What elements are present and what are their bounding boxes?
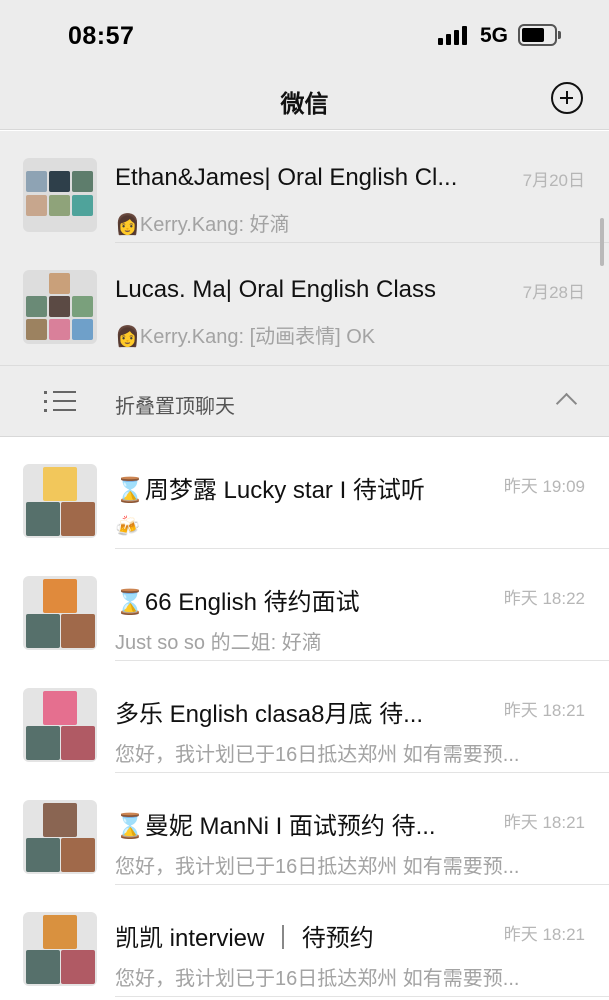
chat-time: 7月20日: [522, 171, 585, 190]
chat-row[interactable]: 多乐 English clasa8月底 待... 您好，我计划已于16日抵达郑州…: [0, 661, 609, 773]
chat-preview: 您好，我计划已于16日抵达郑州 如有需要预...: [115, 968, 520, 990]
chat-name: Lucas. Ma| Oral English Class: [115, 276, 437, 303]
nav-bar: 微信: [0, 72, 609, 130]
chat-preview: 您好，我计划已于16日抵达郑州 如有需要预...: [115, 856, 520, 878]
chat-name: Ethan&James| Oral English Cl...: [115, 164, 458, 191]
woman-emoji-icon: 👩: [115, 214, 140, 236]
hourglass-icon: ⌛: [115, 477, 145, 504]
chat-preview: Just so so 的二姐: 好滴: [115, 632, 322, 654]
chat-time: 昨天 18:21: [503, 925, 585, 944]
chat-row[interactable]: ⌛曼妮 ManNi I 面试预约 待... 您好，我计划已于16日抵达郑州 如有…: [0, 773, 609, 885]
fold-label: 折叠置顶聊天: [115, 396, 235, 418]
battery-icon: [518, 24, 562, 46]
chat-row[interactable]: ⌛周梦露 Lucky star I 待试听 🍻 昨天 19:09: [0, 437, 609, 549]
chat-time: 昨天 18:21: [503, 813, 585, 832]
list-icon: [44, 391, 76, 413]
chat-name: 凯凯 interview ｜ 待预约: [115, 925, 374, 952]
chat-preview: 您好，我计划已于16日抵达郑州 如有需要预...: [115, 744, 520, 766]
scrollbar[interactable]: [600, 218, 604, 266]
fold-pinned-bar[interactable]: 折叠置顶聊天: [0, 365, 609, 437]
chat-row-pinned-1[interactable]: Ethan&James| Oral English Cl... 👩Kerry.K…: [0, 131, 609, 243]
chat-time: 7月28日: [522, 283, 585, 302]
network-type: 5G: [480, 24, 509, 47]
woman-emoji-icon: 👩: [115, 326, 140, 348]
clock: 08:57: [68, 22, 135, 50]
chat-row-pinned-2[interactable]: Lucas. Ma| Oral English Class 👩Kerry.Kan…: [0, 243, 609, 355]
chat-name: ⌛66 English 待约面试: [115, 589, 360, 616]
chat-preview: 👩Kerry.Kang: 好滴: [115, 214, 290, 236]
group-avatar: [23, 464, 97, 538]
chat-name: ⌛周梦露 Lucky star I 待试听: [115, 477, 425, 504]
group-avatar: [23, 270, 97, 344]
chat-name: 多乐 English clasa8月底 待...: [115, 701, 424, 728]
group-avatar: [23, 688, 97, 762]
chat-time: 昨天 19:09: [503, 477, 585, 496]
hourglass-icon: ⌛: [115, 813, 145, 840]
group-avatar: [23, 576, 97, 650]
chat-row[interactable]: ⌛66 English 待约面试 Just so so 的二姐: 好滴 昨天 1…: [0, 549, 609, 661]
chat-row[interactable]: 凯凯 interview ｜ 待预约 您好，我计划已于16日抵达郑州 如有需要预…: [0, 885, 609, 997]
chat-time: 昨天 18:22: [503, 589, 585, 608]
page-title: 微信: [280, 91, 329, 118]
chat-time: 昨天 18:21: [503, 701, 585, 720]
plus-circle-icon[interactable]: [551, 82, 583, 114]
group-avatar: [23, 912, 97, 986]
group-avatar: [23, 800, 97, 874]
chevron-up-icon[interactable]: [555, 392, 578, 415]
chat-preview: 🍻: [115, 516, 140, 538]
status-bar: 08:57 5G: [0, 0, 609, 72]
group-avatar: [23, 158, 97, 232]
chat-list: ⌛周梦露 Lucky star I 待试听 🍻 昨天 19:09 ⌛66 Eng…: [0, 437, 609, 1000]
hourglass-icon: ⌛: [115, 589, 145, 616]
chat-preview: 👩Kerry.Kang: [动画表情] OK: [115, 326, 376, 348]
signal-icon: [438, 25, 470, 45]
chat-name: ⌛曼妮 ManNi I 面试预约 待...: [115, 813, 436, 840]
